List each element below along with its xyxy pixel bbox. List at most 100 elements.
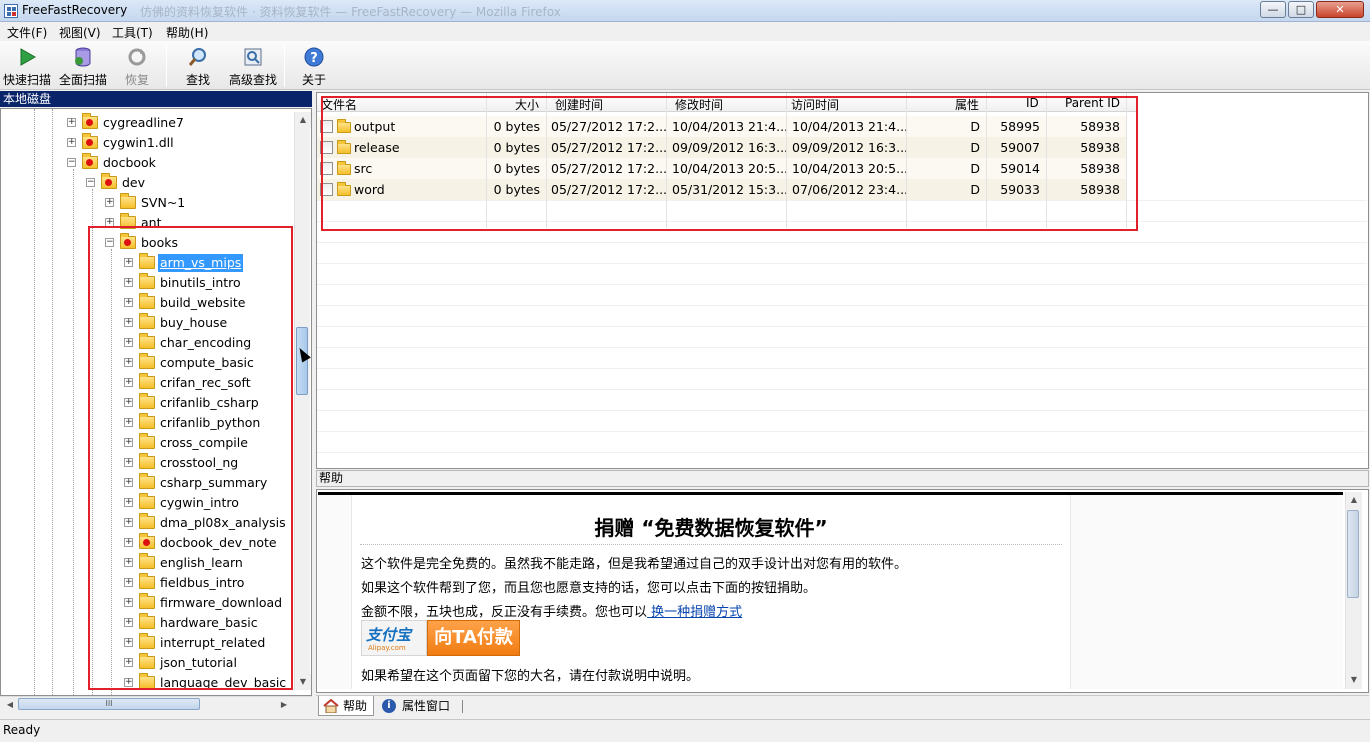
tree-node[interactable]: + dma_pl08x_analysis bbox=[124, 513, 301, 533]
expand-icon[interactable]: + bbox=[124, 498, 133, 507]
tree-node[interactable]: + cygreadline7 bbox=[67, 113, 301, 133]
collapse-icon[interactable]: − bbox=[86, 178, 95, 187]
help-scroll-up-arrow-icon[interactable]: ▲ bbox=[1346, 492, 1362, 508]
file-list-row[interactable]: src 0 bytes 05/27/2012 17:2... 10/04/2013 2… bbox=[317, 158, 1127, 179]
row-checkbox[interactable] bbox=[320, 162, 333, 175]
tree-node[interactable]: + hardware_basic bbox=[124, 613, 301, 633]
scroll-up-arrow-icon[interactable]: ▲ bbox=[295, 112, 311, 128]
tab-help[interactable]: 帮助 bbox=[318, 696, 374, 716]
menu-help[interactable]: 帮助(H) bbox=[166, 24, 208, 41]
tree-node[interactable]: + arm_vs_mips bbox=[124, 253, 301, 273]
tree-node[interactable]: − dev bbox=[86, 173, 301, 193]
expand-icon[interactable]: + bbox=[124, 298, 133, 307]
recover-button[interactable]: 恢复 bbox=[112, 42, 162, 88]
full-scan-button[interactable]: 全面扫描 bbox=[56, 42, 110, 88]
alipay-logo[interactable]: 支付宝 Alipay.com bbox=[361, 620, 427, 656]
folder-tree[interactable]: + cygreadline7 + cygwin1.dll − docbook − dev + SV… bbox=[0, 108, 312, 696]
pay-button[interactable]: 向TA付款 bbox=[427, 620, 520, 656]
tree-node[interactable]: + crifanlib_python bbox=[124, 413, 301, 433]
tree-node[interactable]: + crosstool_ng bbox=[124, 453, 301, 473]
expand-icon[interactable]: + bbox=[124, 538, 133, 547]
column-header-attributes[interactable]: 属性 bbox=[955, 96, 979, 113]
tree-node[interactable]: + interrupt_related bbox=[124, 633, 301, 653]
row-checkbox[interactable] bbox=[320, 141, 333, 154]
collapse-icon[interactable]: − bbox=[67, 158, 76, 167]
expand-icon[interactable]: + bbox=[124, 278, 133, 287]
tree-node[interactable]: + char_encoding bbox=[124, 333, 301, 353]
expand-icon[interactable]: + bbox=[124, 578, 133, 587]
tree-node[interactable]: + buy_house bbox=[124, 313, 301, 333]
expand-icon[interactable]: + bbox=[124, 418, 133, 427]
tree-node[interactable]: + csharp_summary bbox=[124, 473, 301, 493]
tree-node[interactable]: + ant bbox=[105, 213, 301, 233]
file-list-row[interactable]: output 0 bytes 05/27/2012 17:2... 10/04/201… bbox=[317, 116, 1127, 137]
column-header-modified[interactable]: 修改时间 bbox=[675, 96, 723, 113]
menu-tools[interactable]: 工具(T) bbox=[112, 24, 153, 41]
expand-icon[interactable]: + bbox=[124, 658, 133, 667]
tree-node[interactable]: + firmware_download bbox=[124, 593, 301, 613]
expand-icon[interactable]: + bbox=[124, 458, 133, 467]
column-header-size[interactable]: 大小 bbox=[515, 96, 539, 113]
column-header-name[interactable]: 文件名 bbox=[321, 96, 357, 113]
tab-properties[interactable]: i 属性窗口 bbox=[378, 696, 468, 716]
help-scroll-down-arrow-icon[interactable]: ▼ bbox=[1346, 672, 1362, 688]
column-header-accessed[interactable]: 访问时间 bbox=[791, 96, 839, 113]
row-checkbox[interactable] bbox=[320, 183, 333, 196]
tree-node[interactable]: + cygwin1.dll bbox=[67, 133, 301, 153]
expand-icon[interactable]: + bbox=[124, 258, 133, 267]
file-list-row[interactable]: word 0 bytes 05/27/2012 17:2... 05/31/2012 … bbox=[317, 179, 1127, 200]
tree-node[interactable]: − docbook bbox=[67, 153, 301, 173]
expand-icon[interactable]: + bbox=[124, 558, 133, 567]
tree-node[interactable]: + cygwin_intro bbox=[124, 493, 301, 513]
expand-icon[interactable]: + bbox=[124, 518, 133, 527]
tree-node[interactable]: + compute_basic bbox=[124, 353, 301, 373]
tree-node[interactable]: + language_dev_basic bbox=[124, 673, 301, 693]
advanced-find-button[interactable]: 高级查找 bbox=[226, 42, 280, 88]
tree-node[interactable]: + english_learn bbox=[124, 553, 301, 573]
row-checkbox[interactable] bbox=[320, 120, 333, 133]
expand-icon[interactable]: + bbox=[124, 378, 133, 387]
tree-node[interactable]: + cross_compile bbox=[124, 433, 301, 453]
column-header-created[interactable]: 创建时间 bbox=[555, 96, 603, 113]
menu-file[interactable]: 文件(F) bbox=[7, 24, 47, 41]
donate-other-way-link[interactable]: 换一种捐赠方式 bbox=[647, 605, 742, 620]
expand-icon[interactable]: + bbox=[105, 218, 114, 227]
tree-vertical-scrollbar[interactable]: ▲ ▼ bbox=[294, 112, 311, 690]
column-header-id[interactable]: ID bbox=[1026, 96, 1039, 110]
expand-icon[interactable]: + bbox=[124, 358, 133, 367]
help-scroll-thumb[interactable] bbox=[1347, 510, 1359, 598]
expand-icon[interactable]: + bbox=[124, 618, 133, 627]
expand-icon[interactable]: + bbox=[124, 398, 133, 407]
expand-icon[interactable]: + bbox=[124, 638, 133, 647]
expand-icon[interactable]: + bbox=[124, 318, 133, 327]
expand-icon[interactable]: + bbox=[124, 598, 133, 607]
scroll-right-arrow-icon[interactable]: ▶ bbox=[276, 697, 292, 713]
tree-node[interactable]: + crifan_rec_soft bbox=[124, 373, 301, 393]
tree-node[interactable]: + fieldbus_intro bbox=[124, 573, 301, 593]
collapse-icon[interactable]: − bbox=[105, 238, 114, 247]
tree-node[interactable]: + docbook_dev_note bbox=[124, 533, 301, 553]
expand-icon[interactable]: + bbox=[124, 478, 133, 487]
tree-node[interactable]: + crifanlib_csharp bbox=[124, 393, 301, 413]
find-button[interactable]: 查找 bbox=[174, 42, 222, 88]
tree-hscroll-thumb[interactable]: III bbox=[18, 698, 200, 710]
expand-icon[interactable]: + bbox=[124, 338, 133, 347]
minimize-button[interactable]: — bbox=[1260, 1, 1286, 18]
tree-node[interactable]: − books bbox=[105, 233, 301, 253]
expand-icon[interactable]: + bbox=[105, 198, 114, 207]
quick-scan-button[interactable]: 快速扫描 bbox=[0, 42, 54, 88]
tree-node[interactable]: + binutils_intro bbox=[124, 273, 301, 293]
expand-icon[interactable]: + bbox=[124, 438, 133, 447]
scroll-left-arrow-icon[interactable]: ◀ bbox=[2, 697, 18, 713]
about-button[interactable]: ? 关于 bbox=[292, 42, 336, 88]
expand-icon[interactable]: + bbox=[67, 138, 76, 147]
file-list-row[interactable]: release 0 bytes 05/27/2012 17:2... 09/09/20… bbox=[317, 137, 1127, 158]
column-header-parent-id[interactable]: Parent ID bbox=[1065, 96, 1120, 110]
tree-node[interactable]: + json_tutorial bbox=[124, 653, 301, 673]
maximize-button[interactable]: □ bbox=[1288, 1, 1314, 18]
tree-node[interactable]: + build_website bbox=[124, 293, 301, 313]
expand-icon[interactable]: + bbox=[124, 678, 133, 687]
menu-view[interactable]: 视图(V) bbox=[59, 24, 101, 41]
close-button[interactable]: ✕ bbox=[1316, 1, 1364, 18]
expand-icon[interactable]: + bbox=[67, 118, 76, 127]
